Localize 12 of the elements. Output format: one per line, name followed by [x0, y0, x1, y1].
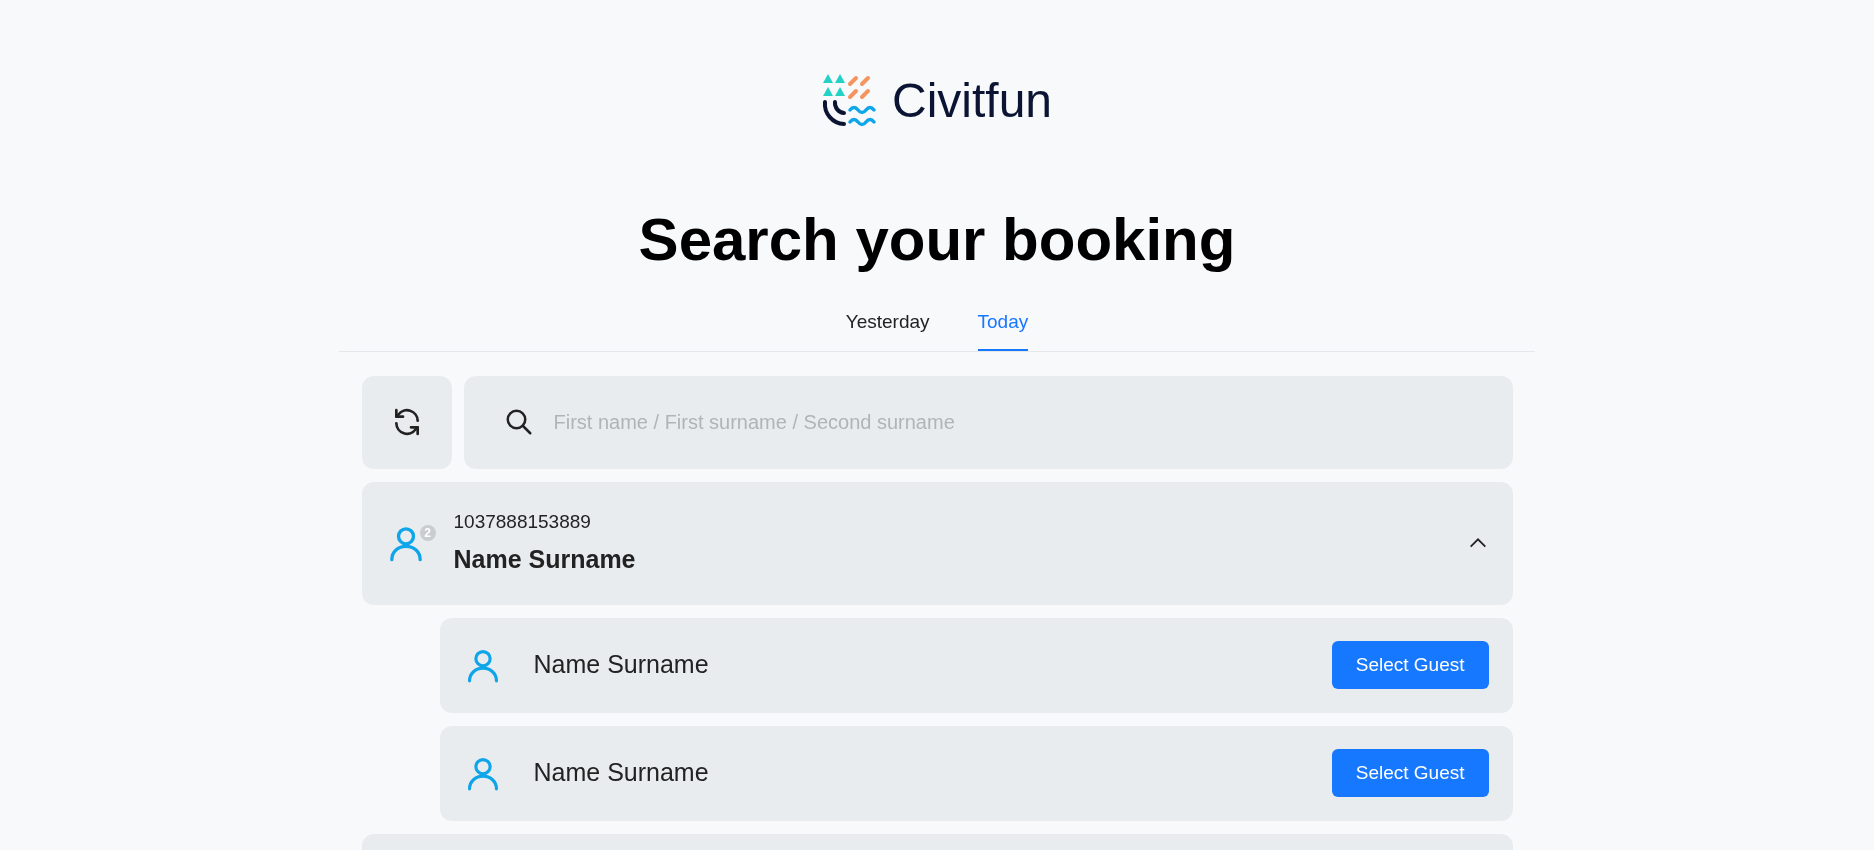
tab[interactable]: Today: [977, 304, 1029, 351]
search-field[interactable]: First name / First surname / Second surname: [463, 375, 1513, 469]
page-title: Search your booking: [638, 210, 1236, 270]
select-guest-button[interactable]: Select Guest: [1331, 641, 1489, 689]
refresh-button[interactable]: [361, 375, 452, 469]
booking-name: Name Surname: [453, 543, 637, 575]
booking-number: 1037888153889: [453, 510, 592, 534]
guest-name: Name Surname: [533, 649, 710, 681]
select-guest-button[interactable]: Select Guest: [1331, 749, 1489, 797]
logo-text: Civitfun: [891, 77, 1053, 125]
guest-name: Name Surname: [533, 757, 710, 789]
tab[interactable]: Yesterday: [845, 304, 930, 351]
